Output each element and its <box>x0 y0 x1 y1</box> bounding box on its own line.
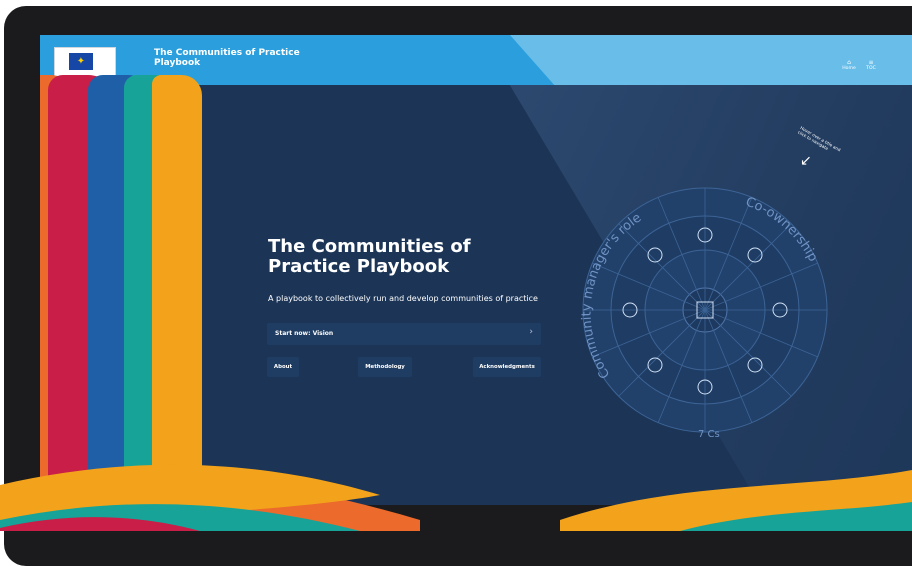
chevron-right-icon: › <box>529 327 533 337</box>
home-icon: ⌂ <box>847 59 851 66</box>
about-button[interactable]: About <box>267 357 299 377</box>
screen: ✦ European Commission The Communities of… <box>40 35 912 505</box>
page-subtitle: A playbook to collectively run and devel… <box>268 294 538 303</box>
site-title[interactable]: The Communities of Practice Playbook <box>154 48 324 68</box>
page-title: The Communities of Practice Playbook <box>268 237 471 277</box>
start-now-label: Start now: Vision <box>275 330 334 337</box>
nav-home[interactable]: ⌂ Home <box>842 59 856 71</box>
page-title-line2: Practice Playbook <box>268 256 450 277</box>
wheel-bottom-label: 7 Cs <box>698 429 720 440</box>
playbook-wheel[interactable]: Community manager's role Co-ownership 7 … <box>570 175 840 445</box>
nav-toc-label: TOC <box>866 66 876 71</box>
menu-icon: ≡ <box>868 59 874 66</box>
eu-flag-icon: ✦ <box>69 53 93 70</box>
nav-home-label: Home <box>842 66 856 71</box>
nav-toc[interactable]: ≡ TOC <box>864 59 878 71</box>
page-title-line1: The Communities of <box>268 236 471 257</box>
start-now-button[interactable]: Start now: Vision › <box>267 323 541 345</box>
curved-arrow-icon: ↙ <box>800 153 812 169</box>
methodology-button[interactable]: Methodology <box>358 357 412 377</box>
bottom-decorative-waves <box>0 464 912 531</box>
acknowledgments-button[interactable]: Acknowledgments <box>473 357 541 377</box>
